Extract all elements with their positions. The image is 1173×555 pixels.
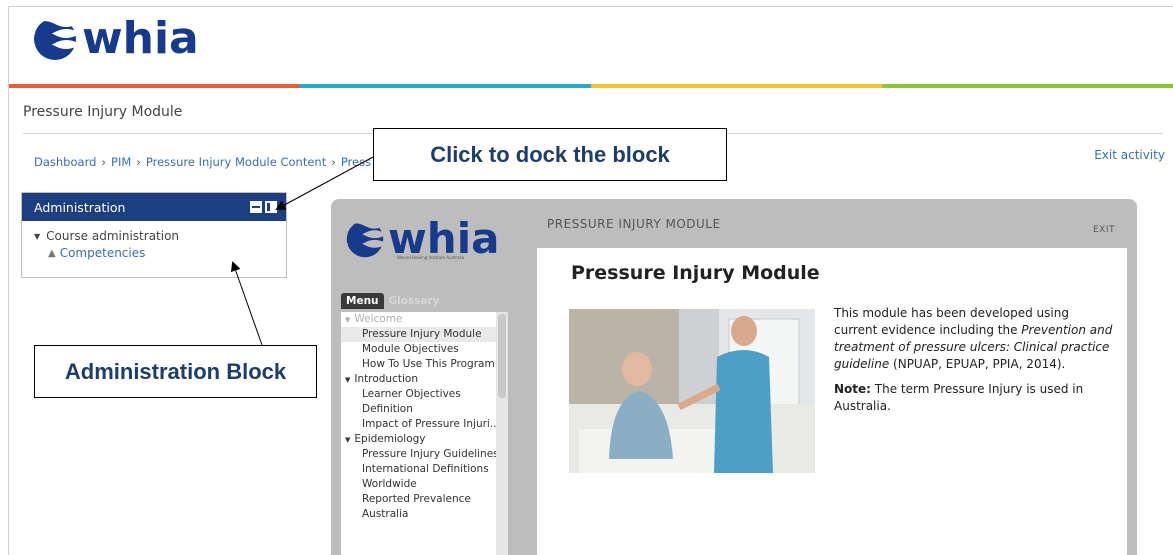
arrow-to-admin-block xyxy=(230,261,263,346)
annotation-arrows xyxy=(230,156,374,346)
arrow-to-dock-icon xyxy=(275,156,374,210)
